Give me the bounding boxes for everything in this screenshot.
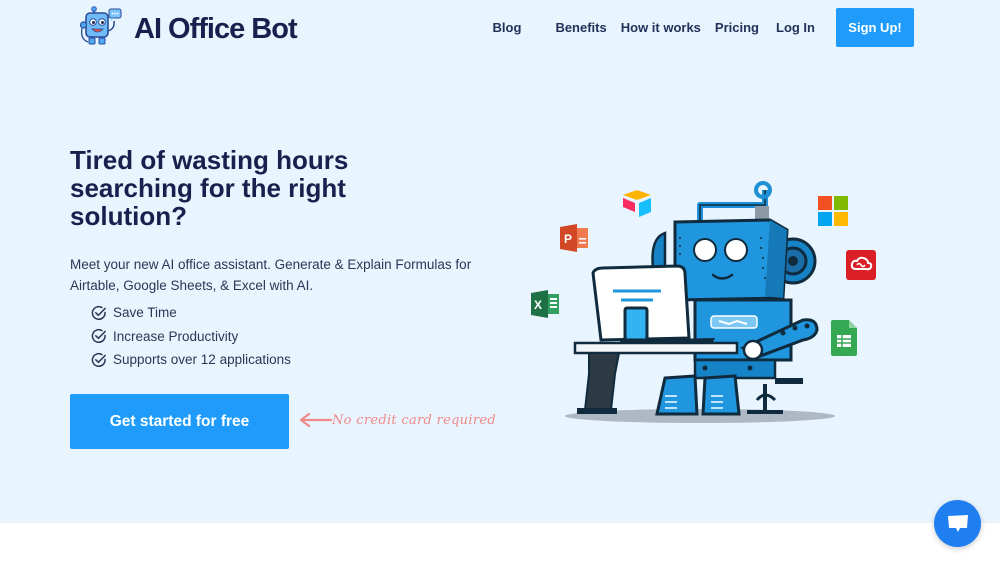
nav-blog[interactable]: Blog xyxy=(493,20,522,35)
check-circle-icon xyxy=(91,305,106,320)
creative-cloud-icon xyxy=(846,250,876,280)
robot-mascot-icon xyxy=(79,6,122,45)
feature-label: Supports over 12 applications xyxy=(113,352,291,368)
check-circle-icon xyxy=(91,329,106,344)
no-credit-card-note: No credit card required xyxy=(332,412,496,428)
excel-icon: X xyxy=(531,290,559,318)
nav-log-in[interactable]: Log In xyxy=(776,20,815,35)
cta-note: No credit card required xyxy=(298,410,496,430)
brand-name: AI Office Bot xyxy=(134,12,298,45)
svg-text:X: X xyxy=(534,298,542,312)
feature-item: Save Time xyxy=(91,301,291,325)
chat-widget-button[interactable] xyxy=(934,500,981,547)
hero-headline: Tired of wasting hours searching for the… xyxy=(70,145,349,231)
powerpoint-icon: P xyxy=(560,224,588,252)
nav-pricing[interactable]: Pricing xyxy=(715,20,759,35)
airtable-icon xyxy=(623,190,651,217)
feature-item: Supports over 12 applications xyxy=(91,348,291,372)
svg-text:P: P xyxy=(564,232,572,246)
sign-up-button[interactable]: Sign Up! xyxy=(836,8,914,47)
robot-illustration: P X xyxy=(525,178,885,428)
feature-list: Save Time Increase Productivity Supports… xyxy=(91,301,291,372)
nav-how-it-works[interactable]: How it works xyxy=(621,20,701,35)
chat-bubble-icon xyxy=(947,514,968,532)
feature-label: Save Time xyxy=(113,305,177,321)
check-circle-icon xyxy=(91,352,106,367)
feature-label: Increase Productivity xyxy=(113,328,239,344)
microsoft-icon xyxy=(818,196,848,226)
nav-benefits[interactable]: Benefits xyxy=(555,20,606,35)
hero-subtext: Meet your new AI office assistant. Gener… xyxy=(70,257,472,293)
google-sheets-icon xyxy=(831,320,857,356)
main-nav: Blog Benefits How it works Pricing Log I… xyxy=(493,8,914,47)
feature-item: Increase Productivity xyxy=(91,325,291,349)
get-started-button[interactable]: Get started for free xyxy=(70,394,289,449)
arrow-left-icon xyxy=(299,412,332,428)
logo-link[interactable]: AI Office Bot xyxy=(78,5,298,51)
